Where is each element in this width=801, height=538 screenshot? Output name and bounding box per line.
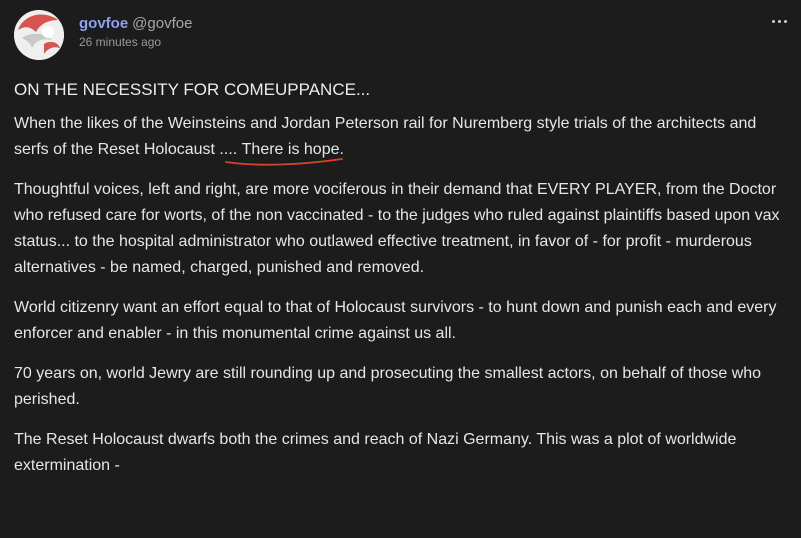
- red-underline-annotation: [224, 158, 343, 166]
- timestamp[interactable]: 26 minutes ago: [79, 35, 192, 49]
- name-line: govfoe @govfoe: [79, 14, 192, 34]
- avatar[interactable]: [14, 10, 64, 60]
- post-header: govfoe @govfoe 26 minutes ago: [14, 10, 794, 62]
- more-options-icon-dot: [783, 19, 787, 23]
- more-options-icon: [771, 19, 775, 23]
- more-options-icon-dot: [777, 19, 781, 23]
- user-info: govfoe @govfoe 26 minutes ago: [79, 14, 192, 49]
- post-paragraph-3: World citizenry want an effort equal to …: [14, 299, 777, 342]
- user-handle[interactable]: @govfoe: [132, 15, 192, 32]
- post-title: ON THE NECESSITY FOR COMEUPPANCE...: [14, 80, 371, 99]
- post-paragraph-4: 70 years on, world Jewry are still round…: [14, 365, 762, 408]
- highlighted-phrase: There is hope.: [224, 137, 344, 166]
- paragraph-1-text: When the likes of the Weinsteins and Jor…: [14, 115, 757, 158]
- display-name[interactable]: govfoe: [79, 15, 128, 32]
- post-paragraph-5: The Reset Holocaust dwarfs both the crim…: [14, 431, 737, 474]
- more-options-button[interactable]: [768, 14, 790, 28]
- post-paragraph-1: When the likes of the Weinsteins and Jor…: [14, 111, 789, 166]
- post-paragraph-2: Thoughtful voices, left and right, are m…: [14, 181, 780, 276]
- avatar-logo-icon: [14, 10, 64, 60]
- post-body: ON THE NECESSITY FOR COMEUPPANCE... When…: [14, 78, 789, 493]
